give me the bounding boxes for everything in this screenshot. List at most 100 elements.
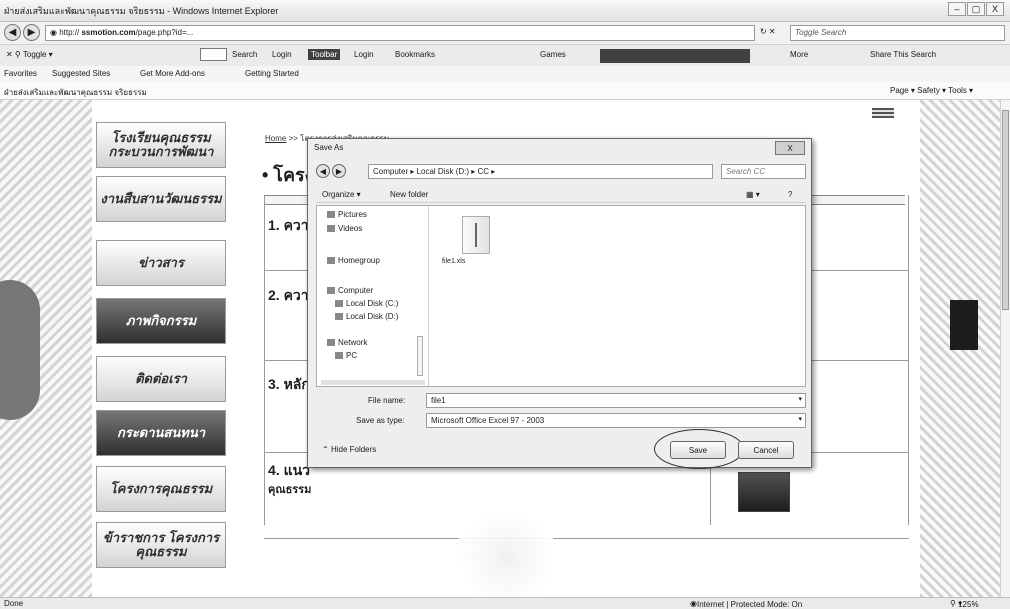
back-arrow-icon[interactable]: ◀ [4,24,21,41]
nav-item-homegroup[interactable]: Homegroup [327,256,380,265]
pictures-icon [327,211,335,219]
hide-folders-toggle[interactable]: ⌃ Hide Folders [322,445,376,454]
share-search-button[interactable]: Share This Search [870,50,936,59]
filename-input[interactable]: file1 ▾ [426,393,806,408]
dialog-back-icon[interactable]: ◀ [316,164,330,178]
nav-label: Computer [338,286,374,295]
dialog-path-bar[interactable]: Computer ▸ Local Disk (D:) ▸ CC ▸ [368,164,713,179]
command-menus[interactable]: Page ▾ Safety ▾ Tools ▾ [890,86,973,95]
window-controls: – ▢ X [948,2,1004,16]
new-folder-button[interactable]: New folder [390,190,428,199]
dialog-close-button[interactable]: X [775,141,805,155]
window-titlebar: ฝ่ายส่งเสริมและพัฒนาคุณธรรม จริยธรรม - W… [0,0,1010,22]
list-item: 4. แนว [268,462,311,478]
sidebar-banner-forum[interactable]: กระดานสนทนา [96,410,226,456]
browser-search-input[interactable]: Toggle Search [790,25,1005,41]
close-button[interactable]: X [986,2,1004,16]
nav-label: Pictures [338,210,367,219]
watermark-emblem [458,500,554,596]
page-scroll-thumb[interactable] [1002,110,1009,310]
games-menu[interactable]: Games [540,50,566,59]
page-scrollbar[interactable] [1000,100,1010,597]
file-item-name[interactable]: file1.xls [442,258,465,265]
cancel-button[interactable]: Cancel [738,441,794,459]
savetype-dropdown-icon[interactable]: ▾ [798,415,802,423]
nav-label: PC [346,351,358,360]
security-zone: ◉ Internet | Protected Mode: On [690,599,803,609]
file-list: file1.xls [432,206,804,386]
filename-value: file1 [431,396,446,405]
toolbar-search-button[interactable]: Search [232,50,257,59]
tab-title[interactable]: ฝ่ายส่งเสริมและพัฒนาคุณธรรม จริยธรรม [4,86,147,99]
sidebar-banner-staff[interactable]: ข้าราชการ โครงการคุณธรรม [96,522,226,568]
save-button[interactable]: Save [670,441,726,459]
sidebar-banner-news[interactable]: ข่าวสาร [96,240,226,286]
favorites-button[interactable]: Favorites [4,69,37,78]
organize-menu[interactable]: Organize ▾ [322,190,361,199]
excel-file-icon[interactable] [462,216,490,254]
list-item: 3. หลัก [268,376,310,392]
dialog-search-input[interactable]: Search CC [721,164,806,179]
language-flag-icon[interactable] [872,108,894,118]
filename-dropdown-icon[interactable]: ▾ [798,395,802,403]
nav-label: Homegroup [338,256,380,265]
bookmarks-menu[interactable]: Bookmarks [395,50,435,59]
zoom-level[interactable]: ⚲ 125% ▾ [950,599,979,609]
breadcrumb-home-link[interactable]: Home [265,134,286,143]
refresh-icon[interactable]: ↻ ✕ [760,27,776,36]
nav-item-computer[interactable]: Computer [327,286,373,295]
nav-item-disk-d[interactable]: Local Disk (D:) [335,312,398,321]
dialog-forward-icon[interactable]: ▶ [332,164,346,178]
dialog-title: Save As [314,143,344,152]
nav-item-disk-c[interactable]: Local Disk (C:) [335,299,398,308]
tab-bar: ฝ่ายส่งเสริมและพัฒนาคุณธรรม จริยธรรม Pag… [0,82,1010,100]
getting-started-link[interactable]: Getting Started [245,69,299,78]
toggle-label: Toggle [22,50,47,59]
nav-label: Local Disk (C:) [346,299,399,308]
sidebar-banner-project[interactable]: โครงการคุณธรรม [96,466,226,512]
url-field[interactable]: ◉ http:// ssmotion.com/page.php?id=... [45,25,755,41]
address-bar: ◀ ▶ ◉ http:// ssmotion.com/page.php?id=.… [0,22,1010,44]
savetype-value: Microsoft Office Excel 97 - 2003 [431,416,545,425]
dialog-body: Pictures Videos Homegroup Computer Local… [316,205,806,387]
toolbar-search-input[interactable] [200,48,228,61]
login-link-2[interactable]: Login [354,50,374,59]
pc-icon [335,352,343,360]
toolbar-ad-box[interactable] [600,49,750,63]
more-menu[interactable]: More [790,50,808,59]
sidebar-banner-culture[interactable]: งานสืบสานวัฒนธรรม [96,176,226,222]
maximize-button[interactable]: ▢ [967,2,985,16]
savetype-select[interactable]: Microsoft Office Excel 97 - 2003 ▾ [426,413,806,428]
nav-item-network[interactable]: Network [327,338,367,347]
videos-icon [327,225,335,233]
view-options-icon[interactable]: ▦ ▾ [746,190,760,199]
forward-arrow-icon[interactable]: ▶ [23,24,40,41]
zoom-value: 125% [958,600,979,609]
right-image [950,300,978,350]
browser-toolbar: ✕ ⚲ Toggle ▾ Search Login Toolbar Login … [0,44,1010,66]
project-thumbnail[interactable] [738,472,790,512]
nav-item-pc[interactable]: PC [335,351,357,360]
nav-scrollbar[interactable] [417,336,423,376]
nav-item-pictures[interactable]: Pictures [327,210,367,219]
minimize-button[interactable]: – [948,2,966,16]
save-as-dialog: Save As X ◀ ▶ Computer ▸ Local Disk (D:)… [307,138,812,469]
nav-label: Videos [338,224,363,233]
left-decoration [0,100,92,597]
table-divider [264,538,909,539]
nav-horizontal-scrollbar[interactable] [321,380,425,385]
sidebar-banner-school[interactable]: โรงเรียนคุณธรรม กระบวนการพัฒนา [96,122,226,168]
login-link[interactable]: Login [272,50,292,59]
computer-icon [327,287,335,295]
savetype-label: Save as type: [356,416,405,425]
emblem-image [0,280,40,420]
toggle-button[interactable]: ✕ ⚲ Toggle ▾ [6,50,53,59]
disk-icon [335,313,343,321]
nav-item-videos[interactable]: Videos [327,224,362,233]
sidebar-banner-contact[interactable]: ติดต่อเรา [96,356,226,402]
zone-label: Internet | Protected Mode: On [696,600,803,609]
sidebar-banner-activities[interactable]: ภาพกิจกรรม [96,298,226,344]
addons-link[interactable]: Get More Add-ons [140,69,205,78]
suggested-sites-link[interactable]: Suggested Sites [52,69,110,78]
help-icon[interactable]: ? [788,190,792,199]
